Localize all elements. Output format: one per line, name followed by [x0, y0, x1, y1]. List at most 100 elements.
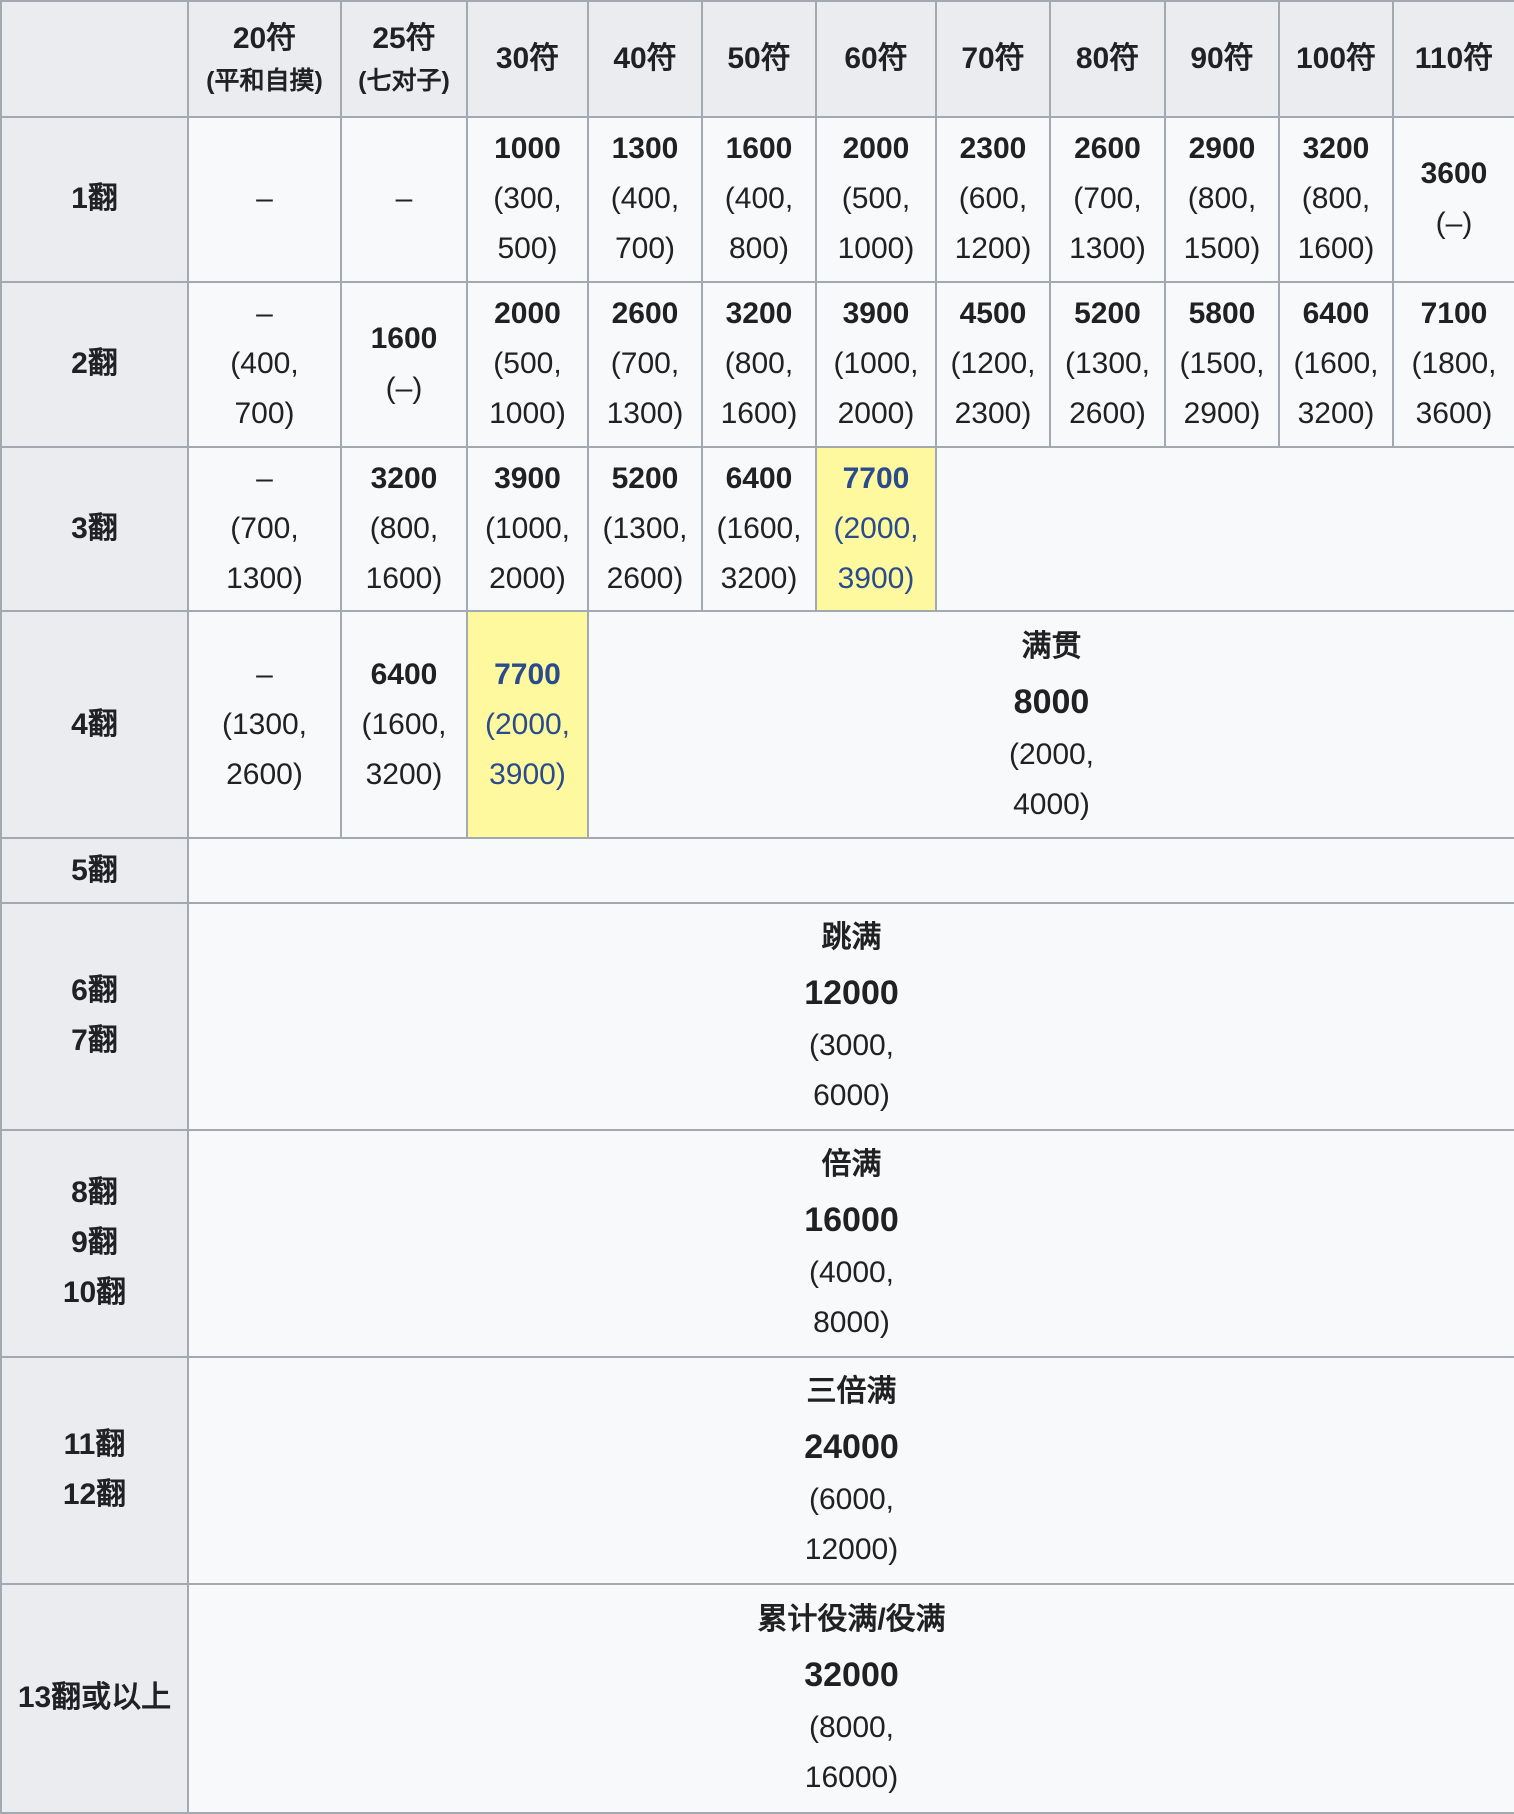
han-label: 6翻 7翻: [0, 901, 189, 1131]
score-split: (1500,: [1179, 347, 1265, 381]
header-cell-100fu: 100符: [1278, 0, 1394, 118]
han-label-line: 10翻: [62, 1276, 127, 1310]
score-split: (–): [1435, 207, 1473, 241]
score-points: 3200: [725, 297, 793, 331]
score-split: (500,: [493, 347, 562, 381]
score-split: (1600,: [361, 707, 447, 741]
table-row: 5翻: [0, 837, 1514, 904]
score-points: 2600: [611, 297, 679, 331]
score-split: 3600): [1415, 397, 1493, 431]
han-label-line: 9翻: [71, 1226, 118, 1260]
table-row: 6翻 7翻 跳满 12000 (3000, 6000): [0, 901, 1514, 1131]
score-split: (700,: [1073, 182, 1142, 216]
han-label-line: 11翻: [63, 1428, 126, 1462]
limit-split: (8000,: [808, 1711, 895, 1745]
han-label-line: 6翻: [71, 974, 118, 1008]
score-points: 4500: [959, 297, 1027, 331]
score-cell: 7100 (1800, 3600): [1392, 280, 1514, 448]
limit-split: (6000,: [808, 1483, 895, 1517]
table-row: 11翻 12翻 三倍满 24000 (6000, 12000): [0, 1355, 1514, 1585]
score-cell: 4500 (1200, 2300): [935, 280, 1051, 448]
score-points: 1000: [494, 132, 561, 166]
header-cell-60fu: 60符: [815, 0, 937, 118]
score-split: 3900): [837, 561, 915, 595]
no-score-dash: –: [256, 461, 273, 495]
han-label: 2翻: [0, 280, 189, 448]
score-split: (400,: [724, 182, 794, 216]
score-split: 3200): [365, 757, 443, 791]
score-points: 7700: [842, 461, 910, 495]
limit-split: 4000): [1013, 787, 1090, 821]
score-cell: 1600 (–): [340, 280, 468, 448]
score-split: 1000): [837, 232, 915, 266]
header-fu-note: (平和自摸): [206, 67, 323, 95]
score-points: 5200: [611, 461, 679, 495]
table-row: 13翻或以上 累计役满/役满 32000 (8000, 16000): [0, 1582, 1514, 1814]
score-split: (1300,: [1064, 347, 1151, 381]
limit-split: (4000,: [808, 1256, 895, 1290]
score-split: (1600,: [716, 511, 802, 545]
score-points: 1600: [725, 132, 793, 166]
score-split: 1500): [1183, 232, 1261, 266]
score-cell: 3200 (800, 1600): [701, 280, 817, 448]
score-split: 2000): [837, 397, 915, 431]
score-points: 2900: [1188, 132, 1256, 166]
score-split: (800,: [724, 347, 794, 381]
limit-name: 累计役满/役满: [757, 1603, 946, 1637]
table-row: 4翻 – (1300, 2600) 6400 (1600, 3200) 7700 (200…: [0, 610, 1514, 840]
score-split: 1300): [226, 561, 303, 595]
score-points: 3600: [1420, 157, 1488, 191]
limit-split: (2000,: [1008, 737, 1095, 771]
score-split: 1300): [1069, 232, 1146, 266]
score-points: 2000: [842, 132, 910, 166]
highlighted-score-cell: 7700 (2000, 3900): [815, 445, 937, 613]
score-split: 1600): [365, 561, 443, 595]
score-split: (800,: [1301, 182, 1371, 216]
limit-points: 32000: [804, 1656, 899, 1695]
score-cell: 3900 (1000, 2000): [815, 280, 937, 448]
score-split: (–): [385, 372, 423, 406]
score-cell: 6400 (1600, 3200): [1278, 280, 1394, 448]
table-row: 3翻 – (700, 1300) 3200 (800, 1600) 3900 (1000,…: [0, 445, 1514, 613]
haneman-cell: 跳满 12000 (3000, 6000): [187, 901, 1514, 1131]
table-row: 2翻 – (400, 700) 1600 (–) 2000 (500, 1000) 260…: [0, 280, 1514, 448]
sanbaiman-cell: 三倍满 24000 (6000, 12000): [187, 1355, 1514, 1585]
score-points: 3900: [842, 297, 910, 331]
no-score-dash: –: [395, 182, 413, 216]
header-fu-label: 25符: [372, 22, 436, 55]
header-row: 20符 (平和自摸) 25符 (七对子) 30符 40符 50符 60符 70符…: [0, 0, 1514, 118]
score-split: (400,: [230, 347, 299, 381]
limit-name: 跳满: [821, 921, 882, 955]
score-points: 5800: [1188, 297, 1256, 331]
score-cell: – (1300, 2600): [187, 610, 342, 840]
score-points: 5200: [1074, 297, 1141, 331]
han-label-line: 8翻: [71, 1176, 118, 1210]
score-split: 2300): [954, 397, 1032, 431]
no-score-dash: –: [256, 657, 273, 691]
score-points: 7100: [1420, 297, 1488, 331]
limit-name: 三倍满: [806, 1375, 897, 1409]
score-cell: 1000 (300, 500): [466, 116, 589, 283]
score-cell: 2000 (500, 1000): [466, 280, 589, 448]
score-split: 1200): [954, 232, 1032, 266]
header-cell-80fu: 80符: [1049, 0, 1166, 118]
score-cell: 6400 (1600, 3200): [340, 610, 468, 840]
score-split: (1000,: [833, 347, 919, 381]
score-split: (500,: [841, 182, 911, 216]
yakuman-cell: 累计役满/役满 32000 (8000, 16000): [187, 1582, 1514, 1814]
score-split: (1300,: [602, 511, 688, 545]
score-points: 7700: [494, 657, 561, 691]
score-split: (800,: [369, 511, 439, 545]
score-split: 800): [728, 232, 790, 266]
header-cell-40fu: 40符: [587, 0, 703, 118]
limit-split: (3000,: [808, 1029, 895, 1063]
score-split: (400,: [610, 182, 680, 216]
limit-name: 倍满: [821, 1148, 882, 1182]
no-score-dash: –: [256, 182, 273, 216]
score-cell: 2600 (700, 1300): [587, 280, 703, 448]
score-cell: 1300 (400, 700): [587, 116, 703, 283]
header-fu-label: 20符: [232, 22, 297, 55]
header-cell-20fu: 20符 (平和自摸): [187, 0, 342, 118]
score-cell: 3200 (800, 1600): [1278, 116, 1394, 283]
score-points: 1600: [370, 322, 438, 356]
